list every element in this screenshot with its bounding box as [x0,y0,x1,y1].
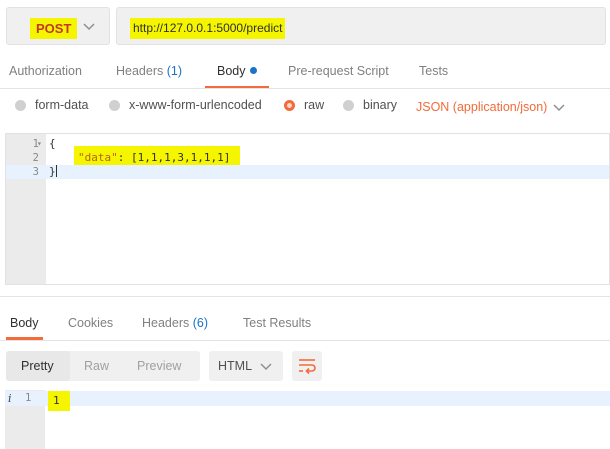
divider [0,88,610,89]
text-caret [55,165,57,177]
radio-binary[interactable]: binary [343,98,397,112]
code-token: } [49,165,56,178]
tab-label: Headers [142,316,190,330]
tab-tests[interactable]: Tests [419,64,448,78]
tab-label: Cookies [68,316,114,330]
tab-headers[interactable]: Headers (1) [116,64,182,78]
radio-label: raw [304,98,325,112]
chevron-down-icon [83,23,95,31]
tab-test-results[interactable]: Test Results [243,316,311,330]
json-value: : [1,1,1,3,1,1,1] [117,151,231,164]
url-field[interactable]: http://127.0.0.1:5000/predict [116,7,606,45]
tab-label: Pre-request Script [288,64,389,78]
method-label: POST [30,18,78,39]
tab-label: Body [217,64,246,78]
content-type-select[interactable]: JSON (application/json) [416,100,547,114]
tab-authorization[interactable]: Authorization [9,64,82,78]
tab-body[interactable]: Body [217,64,257,78]
tab-label: Tests [419,64,449,78]
line-number: 2 [32,152,39,164]
line-number: 3 [32,166,39,178]
tab-label: Headers [116,64,164,78]
tab-label: Authorization [9,64,82,78]
tab-label: Body [10,316,39,330]
body-indicator-dot-icon [249,67,257,74]
chevron-down-icon [260,363,272,371]
info-icon: i [8,392,12,405]
view-pretty-button[interactable]: Pretty [21,359,54,373]
chevron-down-icon[interactable] [553,102,565,112]
response-value: 1 [53,394,60,407]
tab-label: Test Results [243,316,312,330]
response-tabs: Body Cookies Headers (6) Test Results [0,312,610,340]
tab-pre-request-script[interactable]: Pre-request Script [288,64,389,78]
radio-selected-icon [284,99,295,111]
line-number: 1 [25,392,32,404]
method-select[interactable]: POST [6,7,110,45]
radio-label: form-data [35,98,89,112]
response-body-viewer[interactable]: i 1 1 [5,390,610,449]
request-tabs: Authorization Headers (1) Body Pre-reque… [0,60,610,89]
view-raw-button[interactable]: Raw [84,359,109,373]
json-key: "data" [78,151,118,164]
format-label: HTML [218,359,253,373]
tab-cookies[interactable]: Cookies [68,316,113,330]
response-format-select[interactable]: HTML [209,351,283,381]
headers-count: (1) [166,64,183,78]
radio-circle-icon [109,99,120,111]
code-text: } [49,165,57,179]
editor-line-current: 3 } [6,165,609,179]
divider [0,340,610,341]
divider [0,296,610,297]
response-view-toggle: Pretty Raw Preview [6,351,200,381]
headers-count: (6) [192,316,209,330]
radio-label: binary [363,98,398,112]
wrap-lines-button[interactable] [292,351,322,381]
view-preview-button[interactable]: Preview [137,359,181,373]
wrap-lines-icon [299,359,316,375]
body-type-options: form-data x-www-form-urlencoded raw bina… [0,96,610,118]
tab-response-headers[interactable]: Headers (6) [142,316,208,330]
code-text: "data": [1,1,1,3,1,1,1] [78,151,230,165]
radio-circle-icon [15,99,26,111]
request-body-editor[interactable]: 1 ▾ { 2 "data": [1,1,1,3,1,1,1] 3 } [5,133,610,285]
editor-line: 2 "data": [1,1,1,3,1,1,1] [6,151,609,165]
radio-form-data[interactable]: form-data [15,98,89,112]
editor-line: 1 ▾ { [6,137,609,151]
radio-label: x-www-form-urlencoded [129,98,262,112]
fold-arrow-icon[interactable]: ▾ [37,137,42,151]
tab-response-body[interactable]: Body [10,316,39,330]
code-text: { [49,137,56,150]
radio-circle-icon [343,99,354,111]
response-line: i 1 1 [5,391,610,411]
url-text: http://127.0.0.1:5000/predict [130,18,286,39]
radio-x-www-form-urlencoded[interactable]: x-www-form-urlencoded [109,98,262,112]
radio-raw[interactable]: raw [284,98,324,112]
